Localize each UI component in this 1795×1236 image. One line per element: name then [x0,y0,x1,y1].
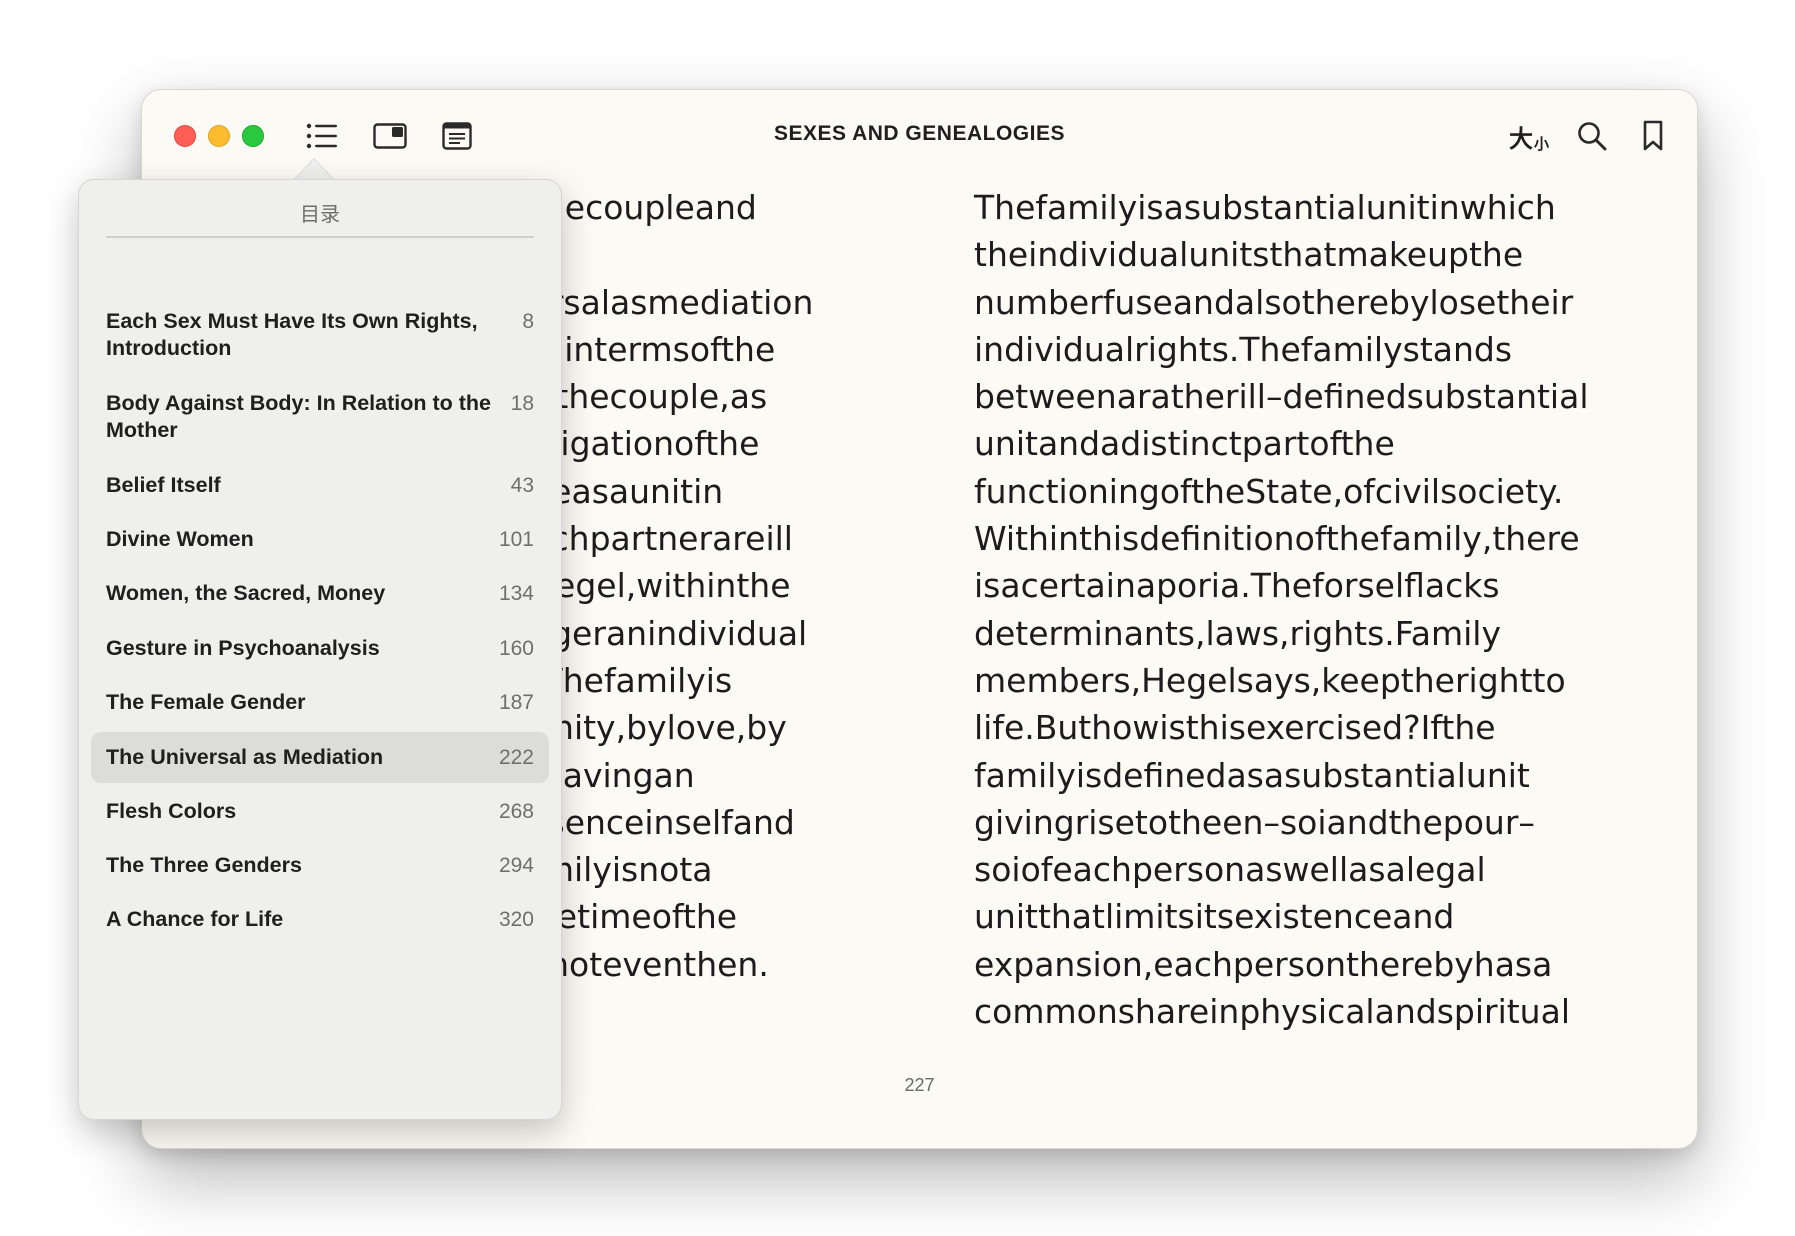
toc-item-page: 43 [510,474,534,497]
text-line: psnoteventhen. [510,944,769,984]
text-line: essenceinselfand [510,802,795,842]
text-size-big-label: 大 [1508,125,1533,153]
text-line: ageasaunitin [510,471,724,511]
text-line: members,Hegelsays,keeptherightto [974,660,1566,700]
toc-item[interactable]: Body Against Body: In Relation to the Mo… [91,390,549,444]
table-of-contents-popover: 目录 Each Sex Must Have Its Own Rights, In… [78,179,562,1120]
toc-item-title: A Chance for Life [106,907,284,931]
toc-item[interactable]: The Universal as Mediation 222 [91,732,549,783]
toc-item[interactable]: The Three Genders 294 [91,852,549,879]
toc-item[interactable]: A Chance for Life 320 [91,906,549,933]
toc-item-page: 101 [498,528,534,551]
toc-item[interactable]: Divine Women 101 [91,526,549,553]
text-size-button[interactable]: 大小 [1506,118,1552,154]
toc-item-title: Flesh Colors [106,799,237,823]
toc-item-title: Body Against Body: In Relation to the Mo… [106,391,492,442]
text-line: soiofeachpersonaswellasalegal [974,850,1486,890]
toc-item[interactable]: Each Sex Must Have Its Own Rights, Intro… [91,308,549,362]
toc-item-title: Women, the Sacred, Money [106,581,386,605]
text-line: familyisdefinedasasubstantialunit [974,755,1530,795]
text-line: betweenaratherill–definedsubstantial [974,377,1589,417]
text-line: ltunity,bylove,by [510,708,787,748]
toc-item-page: 18 [510,392,534,415]
toc-item-title: The Universal as Mediation [106,745,384,769]
text-line: nthecoupleand [510,188,757,227]
toc-item-page: 268 [498,800,534,823]
text-line: tthetimeofthe [510,897,738,937]
toc-item-title: Divine Women [106,527,254,551]
text-line: commonshareinphysicalandspiritual [974,992,1570,1032]
toc-item-page: 222 [498,746,534,769]
text-line: ofhavingan [510,755,695,795]
left-page-column: nthecoupleand versalasmediation tedinterms… [510,184,1010,988]
toc-item-title: Belief Itself [106,473,221,497]
toc-item-page: 187 [498,691,534,714]
text-line: individualrights.Thefamilystands [974,329,1513,369]
text-line: oHegel,withinthe [510,566,791,606]
toc-item[interactable]: The Female Gender 187 [91,689,549,716]
toc-header: 目录 [106,198,534,238]
text-line: givingrisetotheen–soiandthepour– [974,802,1535,842]
toc-item[interactable]: Gesture in Psychoanalysis 160 [91,635,549,662]
text-line: forthecouple,as [510,377,768,417]
toc-item-title: Gesture in Psychoanalysis [106,636,380,660]
text-line: unitthatlimitsitsexistenceand [974,897,1455,937]
text-line: numberfuseandalsotherebylosetheir [974,282,1574,322]
toc-item-page: 294 [498,854,534,877]
text-line: estigationofthe [510,424,760,464]
text-line [510,231,1010,278]
toc-item-title: The Female Gender [106,690,306,714]
text-line: familyisnota [510,850,713,890]
text-line: isacertainaporia.Theforselflacks [974,566,1500,606]
toc-item-title: The Three Genders [106,853,302,877]
window-title: SEXES AND GENEALOGIES [774,122,1065,145]
text-line: eachpartnerareill [510,519,793,559]
title-bar: SEXES AND GENEALOGIES 大小 [142,90,1697,180]
popover-arrow [294,159,334,180]
toc-item-page: 160 [498,637,534,660]
text-line: expansion,eachpersontherebyhasa [974,944,1553,984]
text-line: versalasmediation [510,282,814,322]
toc-item[interactable]: Flesh Colors 268 [91,798,549,825]
text-line: i).Thefamilyis [510,660,733,700]
text-line: unitandadistinctpartofthe [974,424,1395,464]
text-line: tedintermsofthe [510,329,776,369]
text-line: Thefamilyisasubstantialunitinwhich [974,188,1556,227]
text-line: determinants,laws,rights.Family [974,613,1501,653]
text-line: life.Buthowisthisexercised?Ifthe [974,708,1496,748]
text-line: Withinthisdefinitionofthefamily,there [974,519,1580,559]
text-line: theindividualunitsthatmakeupthe [974,235,1524,275]
toc-item-page: 320 [498,908,534,931]
text-line: functioningoftheState,ofcivilsociety. [974,471,1564,511]
bookmark-icon[interactable] [1638,118,1668,154]
toc-item-page: 8 [522,310,534,333]
toc-item[interactable]: Belief Itself 43 [91,472,549,499]
text-size-small-label: 小 [1533,135,1549,153]
text-line: ongeranindividual [510,613,808,653]
right-page-column: Thefamilyisasubstantialunitinwhich theind… [974,184,1602,1035]
toc-item-page: 134 [498,582,534,605]
toc-item-title: Each Sex Must Have Its Own Rights, Intro… [106,309,478,360]
search-icon[interactable] [1574,118,1610,154]
toc-item[interactable]: Women, the Sacred, Money 134 [91,580,549,607]
